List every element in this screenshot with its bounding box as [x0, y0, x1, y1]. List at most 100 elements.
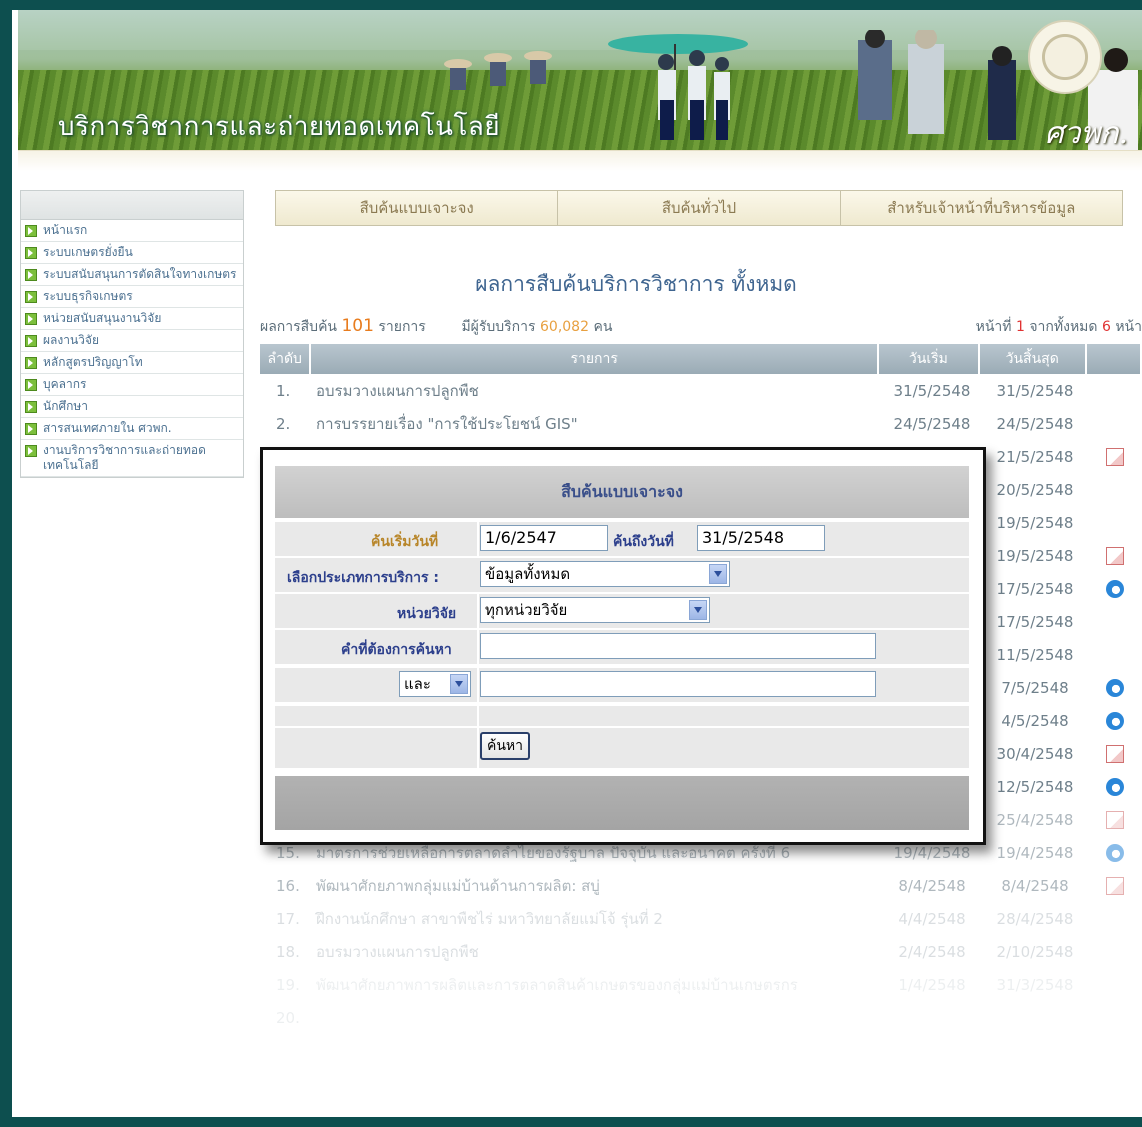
- sidebar-item[interactable]: หน้าแรก: [21, 220, 243, 242]
- row-start-date: 19/4/2548: [893, 843, 971, 862]
- sidebar-item[interactable]: ระบบธุรกิจเกษตร: [21, 286, 243, 308]
- row-file: [1088, 843, 1142, 862]
- pagination-info: หน้าที่ 1 จากทั้งหมด 6 หน้า: [976, 316, 1142, 338]
- row-end-date: 4/5/2548: [1001, 711, 1069, 730]
- tab-specific-search[interactable]: สืบค้นแบบเจาะจง: [276, 191, 559, 225]
- tab-general-search[interactable]: สืบค้นทั่วไป: [558, 191, 841, 225]
- row-end-date: 17/5/2548: [996, 579, 1074, 598]
- arrow-bullet-icon: [25, 291, 37, 303]
- operator-select[interactable]: และ: [399, 671, 471, 697]
- sidebar-item-label: งานบริการวิชาการและถ่ายทอดเทคโนโลยี: [43, 443, 206, 472]
- row-end-date: 8/4/2548: [1001, 876, 1069, 895]
- sidebar-item-label: หน่วยสนับสนุนงานวิจัย: [43, 311, 162, 325]
- page-label: หน้าที่: [975, 319, 1012, 335]
- service-type-value: ข้อมูลทั้งหมด: [485, 565, 571, 583]
- ie-icon[interactable]: [1106, 711, 1124, 730]
- row-end-date: 30/4/2548: [996, 744, 1074, 763]
- row-end-date: 19/5/2548: [996, 513, 1074, 532]
- page-unit: หน้า: [1115, 319, 1142, 335]
- row-title-link[interactable]: อบรมวางแผนการปลูกพืช: [310, 940, 882, 964]
- sidebar-item-label: ระบบเกษตรยั่งยืน: [43, 245, 133, 259]
- sidebar-item[interactable]: นักศึกษา: [21, 396, 243, 418]
- col-file: [1087, 344, 1142, 374]
- pdf-icon[interactable]: [1106, 810, 1124, 829]
- search-button[interactable]: ค้นหา: [480, 732, 531, 760]
- row-title-link[interactable]: พัฒนาศักยภาพกลุ่มแม่บ้านด้านการผลิต: สบู…: [310, 874, 882, 898]
- row-number: 1.: [276, 381, 291, 400]
- sidebar-item[interactable]: บุคลากร: [21, 374, 243, 396]
- keyword-label: คำที่ต้องการค้นหา: [341, 642, 452, 658]
- keyword2-input[interactable]: [480, 671, 876, 697]
- row-end-date: 21/5/2548: [996, 447, 1074, 466]
- arrow-bullet-icon: [25, 269, 37, 281]
- ie-icon[interactable]: [1106, 777, 1124, 796]
- service-type-select[interactable]: ข้อมูลทั้งหมด: [480, 561, 730, 587]
- row-title-link[interactable]: ฝึกงานนักศึกษา สาขาพืชไร่ มหาวิทยาลัยแม่…: [310, 907, 882, 931]
- pdf-icon[interactable]: [1106, 447, 1124, 466]
- found-label: ผลการสืบค้น: [260, 319, 338, 335]
- sidebar-item-label: บุคลากร: [43, 377, 87, 391]
- end-date-input[interactable]: 31/5/2548: [697, 525, 825, 551]
- row-title-link[interactable]: พัฒนาศักยภาพการผลิตและการตลาดสินค้าเกษตร…: [310, 973, 882, 997]
- sidebar-item[interactable]: หน่วยสนับสนุนงานวิจัย: [21, 308, 243, 330]
- row-end-date: 7/5/2548: [1001, 678, 1069, 697]
- served-count: 60,082: [540, 319, 589, 335]
- service-type-label: เลือกประเภทการบริการ :: [287, 570, 440, 586]
- served-label: มีผู้รับบริการ: [461, 319, 536, 335]
- page-current[interactable]: 1: [1016, 319, 1025, 335]
- ie-icon[interactable]: [1106, 579, 1124, 598]
- sidebar-menu: หน้าแรกระบบเกษตรยั่งยืนระบบสนับสนุนการตั…: [20, 190, 244, 478]
- ie-icon[interactable]: [1106, 843, 1124, 862]
- row-end-date: 19/5/2548: [996, 546, 1074, 565]
- row-title-link[interactable]: การบรรยายเรื่อง "การใช้ประโยชน์ GIS": [310, 412, 882, 436]
- table-row: 19. พัฒนาศักยภาพการผลิตและการตลาดสินค้าเก…: [260, 968, 1142, 1001]
- pdf-icon[interactable]: [1106, 876, 1124, 895]
- ie-icon[interactable]: [1106, 678, 1124, 697]
- tab-admin[interactable]: สำหรับเจ้าหน้าที่บริหารข้อมูล: [841, 191, 1122, 225]
- research-unit-row: หน่วยวิจัย ทุกหน่วยวิจัย: [275, 592, 969, 628]
- row-number: 2.: [276, 414, 291, 433]
- table-row: 2. การบรรยายเรื่อง "การใช้ประโยชน์ GIS" 24…: [260, 407, 1142, 440]
- start-date-input[interactable]: 1/6/2547: [480, 525, 608, 551]
- row-start-date: 1/4/2548: [898, 975, 966, 994]
- dialog-title: สืบค้นแบบเจาะจง: [275, 466, 969, 518]
- banner-logo-text: ศวพก.: [1044, 116, 1128, 150]
- keyword-input[interactable]: [480, 633, 876, 659]
- arrow-bullet-icon: [25, 357, 37, 369]
- row-number: 17.: [276, 909, 300, 928]
- page-of-label: จากทั้งหมด: [1029, 319, 1098, 335]
- found-count: 101: [341, 316, 374, 336]
- row-number: 16.: [276, 876, 300, 895]
- sidebar-item[interactable]: สารสนเทศภายใน ศวพก.: [21, 418, 243, 440]
- research-unit-select[interactable]: ทุกหน่วยวิจัย: [480, 597, 710, 623]
- sidebar-item-label: ระบบสนับสนุนการตัดสินใจทางเกษตร: [43, 267, 237, 281]
- row-title-link[interactable]: อบรมวางแผนการปลูกพืช: [310, 379, 882, 403]
- row-file: [1088, 546, 1142, 565]
- sidebar-item-label: นักศึกษา: [43, 399, 88, 413]
- sidebar-item[interactable]: ระบบสนับสนุนการตัดสินใจทางเกษตร: [21, 264, 243, 286]
- sidebar-item[interactable]: งานบริการวิชาการและถ่ายทอดเทคโนโลยี: [21, 440, 243, 477]
- results-summary: ผลการสืบค้น 101 รายการ มีผู้รับบริการ 60…: [260, 316, 1142, 338]
- arrow-bullet-icon: [25, 379, 37, 391]
- service-type-row: เลือกประเภทการบริการ : ข้อมูลทั้งหมด: [275, 556, 969, 592]
- arrow-bullet-icon: [25, 247, 37, 259]
- chevron-down-icon[interactable]: [450, 674, 468, 694]
- sidebar-item[interactable]: ผลงานวิจัย: [21, 330, 243, 352]
- row-number: 15.: [276, 843, 300, 862]
- col-no: ลำดับ: [260, 344, 312, 374]
- chevron-down-icon[interactable]: [709, 564, 727, 584]
- arrow-bullet-icon: [25, 225, 37, 237]
- sidebar-item[interactable]: ระบบเกษตรยั่งยืน: [21, 242, 243, 264]
- row-number: 19.: [276, 975, 300, 994]
- chevron-down-icon[interactable]: [689, 600, 707, 620]
- row-start-date: 4/4/2548: [898, 909, 966, 928]
- banner-title: บริการวิชาการและถ่ายทอดเทคโนโลยี: [58, 112, 501, 142]
- table-row: 20.: [260, 1001, 1142, 1034]
- header-banner: บริการวิชาการและถ่ายทอดเทคโนโลยี ศวพก.: [18, 10, 1142, 150]
- sidebar-item[interactable]: หลักสูตรปริญญาโท: [21, 352, 243, 374]
- arrow-bullet-icon: [25, 423, 37, 435]
- pdf-icon[interactable]: [1106, 744, 1124, 763]
- search-tabs: สืบค้นแบบเจาะจง สืบค้นทั่วไป สำหรับเจ้าห…: [275, 190, 1123, 226]
- page-frame: บริการวิชาการและถ่ายทอดเทคโนโลยี ศวพก. ห…: [12, 10, 1142, 1117]
- pdf-icon[interactable]: [1106, 546, 1124, 565]
